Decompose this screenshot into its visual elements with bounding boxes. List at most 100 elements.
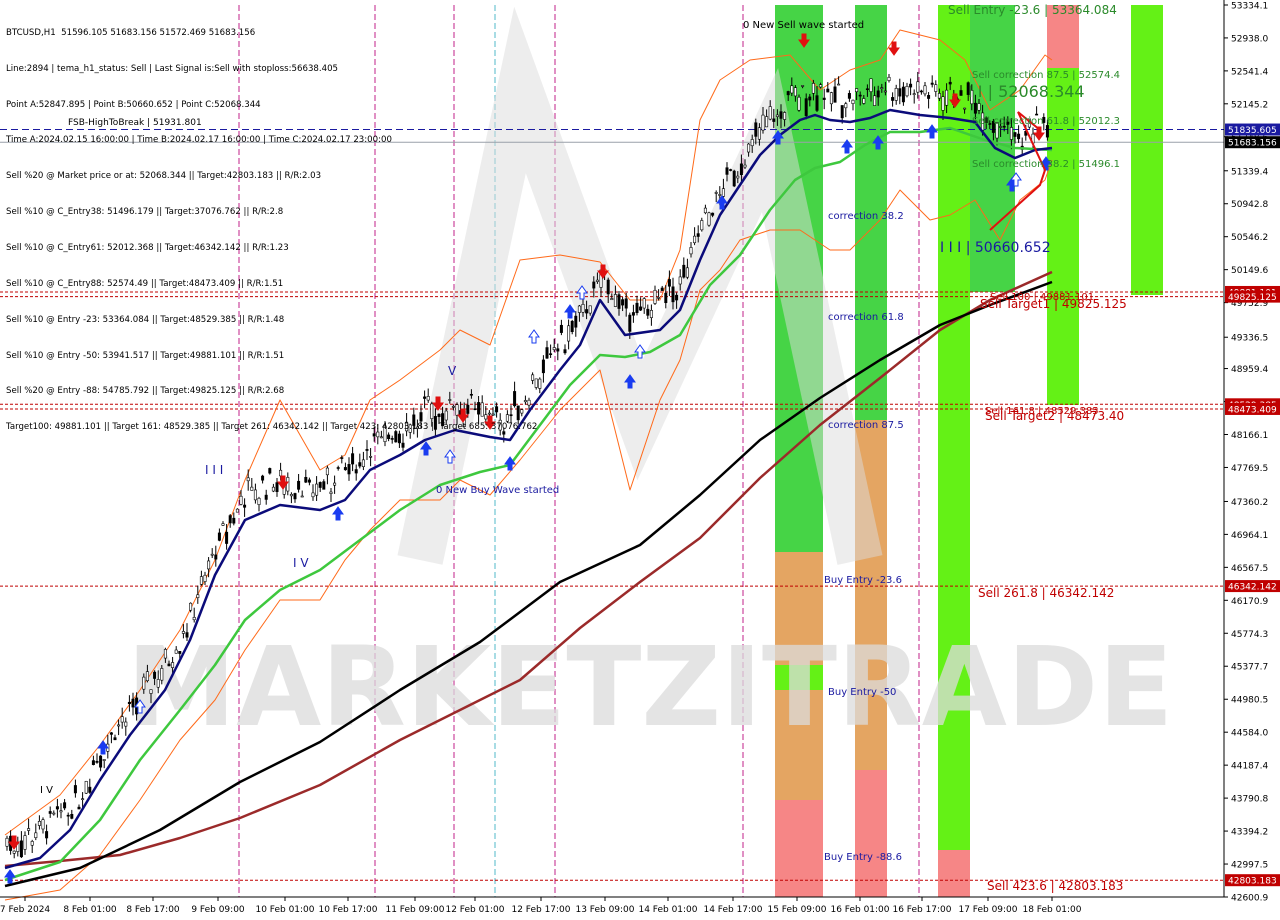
candle-body bbox=[862, 98, 866, 104]
candle-body bbox=[613, 294, 617, 307]
price-badge-label: 48473.409 bbox=[1228, 405, 1277, 415]
candle-body bbox=[657, 297, 661, 299]
candle-body bbox=[257, 497, 261, 505]
candle-body bbox=[1035, 113, 1039, 116]
candle-body bbox=[912, 93, 916, 95]
candle-body bbox=[934, 84, 938, 92]
chart-annotation: I I | 52068.344 bbox=[968, 82, 1085, 101]
x-tick-label: 7 Feb 2024 bbox=[0, 905, 50, 915]
candle-body bbox=[927, 95, 931, 99]
candle-body bbox=[700, 220, 704, 231]
y-tick-label: 43790.8 bbox=[1231, 795, 1268, 805]
candle-body bbox=[538, 378, 542, 389]
candle-body bbox=[775, 114, 779, 117]
candle-body bbox=[865, 88, 869, 91]
info-line: Sell %10 @ C_Entry88: 52574.49 || Target… bbox=[6, 278, 284, 289]
candle-body bbox=[81, 798, 85, 800]
info-line: Line:2894 | tema_h1_status: Sell | Last … bbox=[6, 63, 339, 74]
chart-annotation: Sell Entry -23.6 | 53364.084 bbox=[948, 3, 1117, 17]
candle-body bbox=[336, 467, 340, 469]
candle-body bbox=[1017, 133, 1021, 140]
candle-body bbox=[48, 811, 52, 814]
candle-body bbox=[171, 662, 175, 668]
candle-body bbox=[772, 118, 776, 122]
x-tick-label: 16 Feb 17:00 bbox=[892, 905, 951, 915]
candle-body bbox=[160, 668, 164, 681]
candle-body bbox=[239, 495, 243, 505]
candle-body bbox=[610, 298, 614, 301]
candle-body bbox=[109, 732, 113, 735]
candle-body bbox=[747, 143, 751, 153]
chart-annotation: correction 61.8 bbox=[828, 312, 904, 323]
candle-body bbox=[279, 469, 283, 477]
candle-body bbox=[102, 759, 106, 761]
price-badge-label: 51683.156 bbox=[1228, 139, 1277, 149]
candle-body bbox=[185, 632, 189, 638]
candle-body bbox=[919, 90, 923, 93]
candle-body bbox=[714, 192, 718, 194]
buy-arrow-icon bbox=[4, 869, 16, 884]
candle-body bbox=[5, 837, 9, 847]
candle-body bbox=[819, 84, 823, 88]
candle-body bbox=[689, 247, 693, 255]
chart-annotation: I V bbox=[40, 785, 53, 796]
candle-body bbox=[574, 315, 578, 328]
candle-body bbox=[660, 287, 664, 291]
watermark-text: MARKETZITRADE bbox=[127, 623, 1174, 751]
candle-body bbox=[315, 483, 319, 496]
candle-body bbox=[1045, 125, 1049, 138]
candle-body bbox=[289, 493, 293, 497]
chart-annotation: I I I bbox=[205, 463, 223, 477]
candle-body bbox=[765, 116, 769, 128]
candle-body bbox=[891, 97, 895, 101]
info-line: Sell %10 @ C_Entry61: 52012.368 || Targe… bbox=[6, 242, 289, 253]
y-tick-label: 44584.0 bbox=[1231, 729, 1268, 739]
candle-body bbox=[351, 453, 355, 465]
candle-body bbox=[156, 679, 160, 688]
candle-body bbox=[639, 306, 643, 311]
candle-body bbox=[37, 821, 41, 826]
candle-body bbox=[786, 91, 790, 96]
candle-body bbox=[325, 467, 329, 476]
candle-body bbox=[909, 83, 913, 88]
candle-body bbox=[801, 85, 805, 87]
info-line: Target100: 49881.101 || Target 161: 4852… bbox=[6, 422, 538, 433]
candle-body bbox=[113, 737, 117, 741]
y-tick-label: 50546.2 bbox=[1231, 233, 1268, 243]
candle-body bbox=[696, 233, 700, 237]
y-tick-label: 47360.2 bbox=[1231, 498, 1268, 508]
candle-body bbox=[275, 482, 279, 492]
candle-body bbox=[887, 76, 891, 81]
candle-body bbox=[811, 83, 815, 94]
candle-body bbox=[858, 94, 862, 97]
candle-body bbox=[235, 508, 239, 513]
x-tick-label: 13 Feb 09:00 bbox=[575, 905, 634, 915]
candle-body bbox=[167, 663, 171, 667]
candle-body bbox=[333, 482, 337, 486]
candle-body bbox=[45, 831, 49, 839]
info-line: Point A:52847.895 | Point B:50660.652 | … bbox=[6, 99, 261, 110]
y-tick-label: 42997.5 bbox=[1231, 861, 1268, 871]
chart-annotation: Sell correction 61.8 | 52012.3 bbox=[972, 116, 1120, 127]
candle-body bbox=[55, 806, 59, 810]
candle-body bbox=[577, 305, 581, 313]
candle-body bbox=[581, 304, 585, 313]
y-tick-label: 43394.2 bbox=[1231, 828, 1268, 838]
buy-arrow-icon bbox=[564, 304, 576, 319]
x-tick-label: 8 Feb 01:00 bbox=[63, 905, 117, 915]
x-tick-label: 10 Feb 01:00 bbox=[255, 905, 314, 915]
y-tick-label: 46567.5 bbox=[1231, 564, 1268, 574]
candle-body bbox=[127, 701, 131, 705]
candle-body bbox=[203, 574, 207, 582]
candle-body bbox=[120, 716, 124, 723]
candle-body bbox=[711, 212, 715, 216]
chart-annotation: Buy Entry -88.6 bbox=[824, 852, 902, 863]
info-line: Time A:2024.02.15 16:00:00 | Time B:2024… bbox=[6, 135, 392, 146]
y-tick-label: 46964.1 bbox=[1231, 531, 1268, 541]
candle-body bbox=[732, 170, 736, 187]
candle-body bbox=[91, 760, 95, 765]
candle-body bbox=[750, 139, 754, 147]
candle-body bbox=[977, 103, 981, 111]
buy-arrow-icon bbox=[332, 506, 344, 521]
candle-body bbox=[880, 87, 884, 89]
